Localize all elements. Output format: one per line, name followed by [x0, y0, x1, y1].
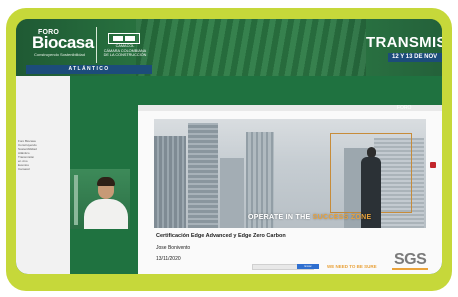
left-info-text: Foro Biocasa Construyendo Sostenibilidad…: [18, 139, 68, 171]
building: [154, 136, 186, 228]
building: [220, 158, 244, 228]
left-info-panel: [16, 76, 70, 274]
slide-author: Jose Bonivento: [156, 245, 191, 251]
background-post: [74, 175, 78, 225]
left-info-line: Camacol: [18, 167, 30, 171]
slide-slogan: WE NEED TO BE SURE: [327, 264, 377, 269]
presenter-shirt: [84, 199, 128, 229]
camacol-line-3: DE LA CONSTRUCCIÓN: [103, 53, 147, 57]
event-banner: FORO Biocasa Construyendo Sostenibilidad…: [16, 19, 442, 76]
event-dates: 12 Y 13 DE NOV: [388, 53, 442, 62]
sgs-underline: [392, 268, 428, 270]
banner-pattern: [136, 19, 366, 76]
building: [188, 123, 218, 228]
logo-divider: [96, 27, 97, 63]
presenter-video[interactable]: [70, 169, 130, 229]
slide-foro-label: FORO: [397, 105, 412, 111]
slide-photo: OPERATE IN THE SUCCESS ZONE: [154, 119, 426, 228]
stream-screen: FORO Biocasa Construyendo Sostenibilidad…: [16, 19, 442, 274]
camacol-text: CAMACOL CÁMARA COLOMBIANA DE LA CONSTRUC…: [102, 44, 148, 58]
tagline-part-2: SUCCESS ZONE: [312, 214, 372, 221]
logo-tagline: Construyendo Sostenibilidad: [34, 52, 85, 57]
logo-biocasa: Biocasa: [32, 33, 94, 52]
slide-send-button[interactable]: Enviar: [297, 264, 319, 269]
slide-tagline: OPERATE IN THE SUCCESS ZONE: [248, 214, 372, 221]
region-label: ATLÁNTICO: [26, 65, 152, 74]
transmission-heading: TRANSMIS: [366, 34, 442, 51]
slide-date: 13/11/2020: [156, 256, 181, 262]
right-edge-marker: [430, 162, 436, 168]
slide-title: Certificación Edge Advanced y Edge Zero …: [156, 233, 286, 239]
camacol-logo: [108, 33, 140, 44]
tagline-part-1: OPERATE IN THE: [248, 214, 313, 221]
presenter-hair: [97, 177, 115, 186]
sgs-logo: SGS: [394, 251, 427, 268]
